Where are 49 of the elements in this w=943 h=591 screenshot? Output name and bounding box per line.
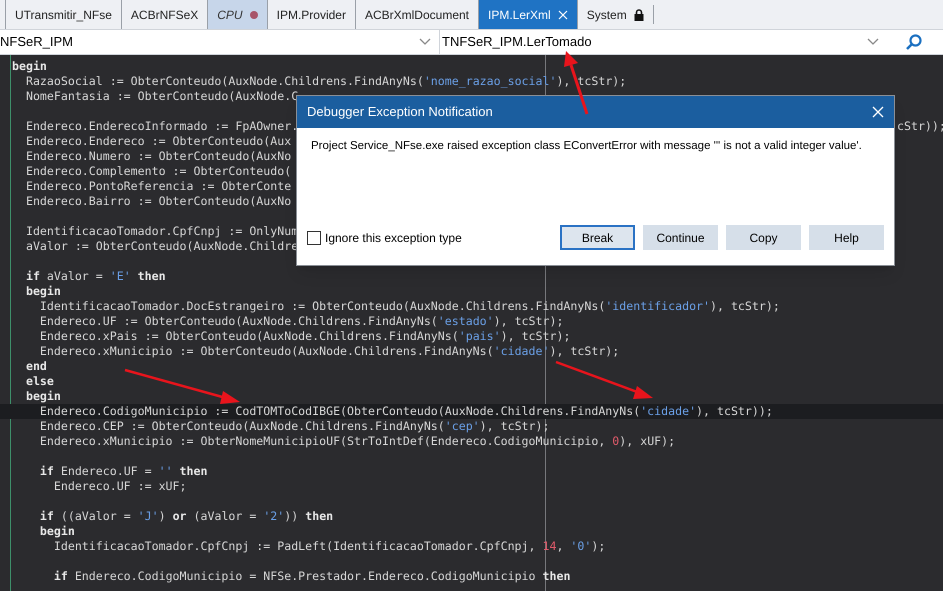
exception-message: Project Service_NFse.exe raised exception class EConvertError with message ''' is not a valid integer value'. [310, 139, 863, 154]
code-line: aValor := ObterConteudo(AuxNode.Childre [24, 239, 298, 253]
code-line: Endereco.xMunicipio := ObterConteudo(AuxNode.Childrens.FindAnyNs('cidade'), tcStr); [38, 344, 620, 358]
dialog-button[interactable]: Help [809, 225, 884, 250]
editor-tab[interactable]: IPM.LerXml [478, 0, 577, 29]
code-line: IdentificacaoTomador.CpfCnpj := PadLeft(IdentificacaoTomador.CpfCnpj, 14, '0'); [52, 539, 606, 553]
dialog-button[interactable]: Copy [726, 225, 801, 250]
code-line: Endereco.CodigoMunicipio := CodTOMToCodIBGE(ObterConteudo(AuxNode.Childrens.FindAnyNs('cidade'), tcStr)); [38, 404, 773, 418]
code-line: if Endereco.UF = '' then [38, 464, 208, 478]
search-icon[interactable] [905, 33, 923, 51]
code-line: Endereco.Numero := ObterConteudo(AuxNo [24, 149, 292, 163]
code-line: if aValor = 'E' then [24, 269, 166, 283]
editor-tab[interactable]: IPM.Provider [266, 0, 355, 29]
ignore-checkbox[interactable]: Ignore this exception type [307, 228, 462, 246]
dialog-button[interactable]: Break [560, 225, 635, 250]
code-fragment: cStr)); [897, 119, 943, 134]
class-dropdown[interactable]: NFSeR_IPM [0, 30, 440, 54]
chevron-down-icon [867, 38, 879, 46]
code-line: Endereco.xPais := ObterConteudo(AuxNode.Childrens.FindAnyNs('pais'), tcStr); [38, 329, 570, 343]
chevron-down-icon [419, 38, 431, 46]
code-line: begin [38, 524, 75, 538]
code-line: if ((aValor = 'J') or (aValor = '2')) then [38, 509, 334, 523]
code-line: Endereco.Bairro := ObterConteudo(AuxNo [24, 194, 292, 208]
code-line: else [24, 374, 54, 388]
code-line: Endereco.xMunicipio := ObterNomeMunicipioUF(StrToIntDef(Endereco.CodigoMunicipio, 0), xUF); [38, 434, 676, 448]
code-line: Endereco.PontoReferencia := ObterConte [24, 179, 292, 193]
code-line: Endereco.UF := ObterConteudo(AuxNode.Childrens.FindAnyNs('estado'), tcStr); [38, 314, 564, 328]
code-line: Endereco.Endereco := ObterConteudo(Aux [24, 134, 292, 148]
method-dropdown[interactable]: TNFSeR_IPM.LerTomado [440, 30, 885, 54]
editor-tab[interactable]: UTransmitir_NFse [5, 0, 121, 29]
code-line: begin [24, 389, 61, 403]
code-line: if Endereco.CodigoMunicipio = NFSe.Prestador.Endereco.CodigoMunicipio then [52, 569, 570, 583]
editor-tab[interactable]: CPU [207, 0, 267, 29]
code-line: NomeFantasia := ObterConteudo(AuxNode.C [24, 89, 298, 103]
code-line: Endereco.CEP := ObterConteudo(AuxNode.Childrens.FindAnyNs('cep'), tcStr); [38, 419, 550, 433]
editor-tab[interactable]: System [576, 0, 653, 29]
dialog-button[interactable]: Continue [643, 225, 718, 250]
code-line: Endereco.Complemento := ObterConteudo( [24, 164, 292, 178]
close-icon[interactable] [872, 106, 884, 118]
code-line: end [24, 359, 47, 373]
code-line: begin [24, 284, 61, 298]
lock-icon [634, 8, 644, 20]
code-line: IdentificacaoTomador.DocEstrangeiro := ObterConteudo(AuxNode.Childrens.FindAnyNs('identificador'), tcStr); [38, 299, 780, 313]
code-line: begin [12, 59, 47, 73]
dialog-title: Debugger Exception Notification [307, 103, 493, 122]
code-line: Endereco.UF := xUF; [52, 479, 187, 493]
close-icon[interactable] [558, 10, 568, 20]
code-line: RazaoSocial := ObterConteudo(AuxNode.Childrens.FindAnyNs('nome_razao_social'), tcStr); [24, 74, 626, 88]
code-line: Endereco.EnderecoInformado := FpAOwner. [24, 119, 298, 133]
